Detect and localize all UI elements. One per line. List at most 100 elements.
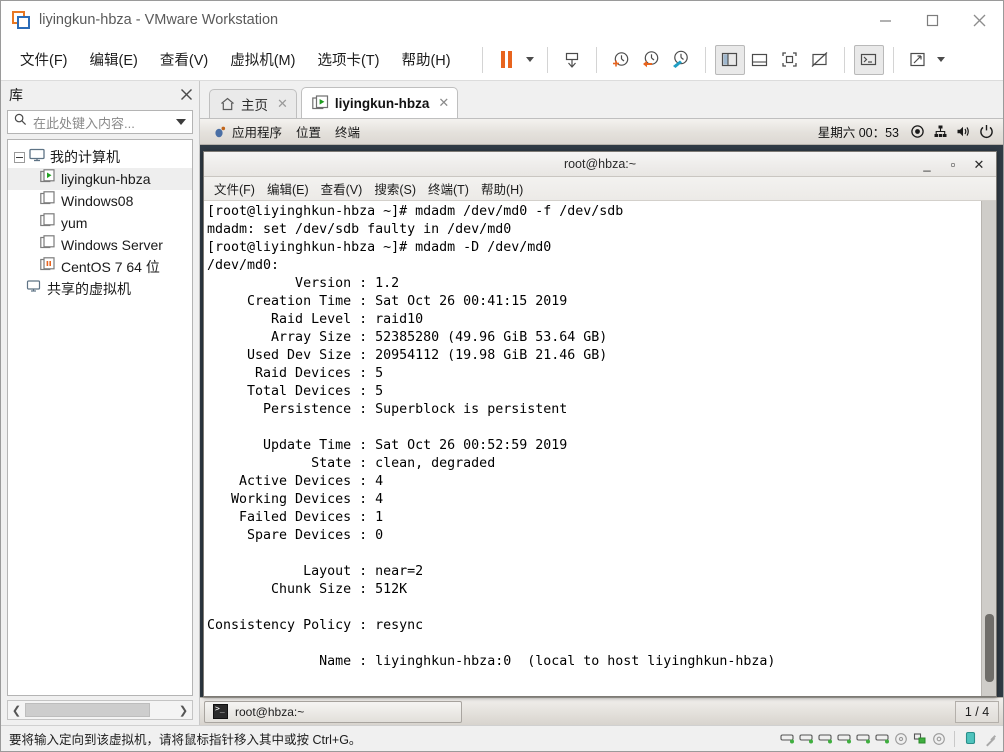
monitor-icon bbox=[29, 148, 45, 167]
tab-liyingkun-hbza[interactable]: liyingkun-hbza ✕ bbox=[300, 87, 459, 118]
gnome-menu-terminal[interactable]: 终端 bbox=[328, 120, 367, 143]
minimize-button[interactable] bbox=[862, 1, 909, 39]
accessibility-icon[interactable] bbox=[907, 121, 928, 142]
tree-collapse-icon[interactable] bbox=[14, 151, 25, 163]
show-thumbnails-button[interactable] bbox=[745, 45, 775, 75]
gnome-top-panel: 应用程序 位置 终端 星期六 00：53 bbox=[200, 119, 1003, 145]
stretch-guest-button[interactable] bbox=[903, 45, 933, 75]
manage-snapshots-button[interactable] bbox=[666, 45, 696, 75]
gnome-menu-applications[interactable]: 应用程序 bbox=[206, 120, 289, 143]
menu-help[interactable]: 帮助(H) bbox=[393, 45, 458, 74]
library-header: 库 bbox=[1, 81, 199, 108]
power-icon[interactable] bbox=[976, 121, 997, 142]
vm-suspended-icon bbox=[40, 257, 56, 277]
status-cdrom-icon[interactable] bbox=[892, 729, 910, 749]
status-harddisk-3-icon[interactable] bbox=[816, 729, 834, 749]
maximize-button[interactable] bbox=[909, 1, 956, 39]
power-dropdown[interactable] bbox=[522, 45, 538, 75]
sidebar-item-label: liyingkun-hbza bbox=[61, 171, 151, 187]
toolbar bbox=[473, 44, 949, 75]
main-split: 库 在此处键入内容... 我的计算机 liyingkun-hbza Window… bbox=[1, 81, 1003, 725]
gnome-desktop[interactable]: root@hbza:~ _ ▫ ✕ 文件(F) 编辑(E) 查看(V) 搜索(S… bbox=[200, 145, 1003, 697]
library-tree[interactable]: 我的计算机 liyingkun-hbza Windows08 yum Windo… bbox=[7, 139, 193, 696]
sidebar-item-liyingkun-hbza[interactable]: liyingkun-hbza bbox=[8, 168, 192, 190]
library-close-button[interactable] bbox=[180, 88, 193, 101]
taskbar-window-terminal[interactable]: root@hbza:~ bbox=[204, 700, 462, 723]
network-wired-icon[interactable] bbox=[930, 121, 951, 142]
chevron-left-icon[interactable]: ❮ bbox=[8, 701, 25, 719]
status-harddisk-2-icon[interactable] bbox=[797, 729, 815, 749]
taskbar-window-label: root@hbza:~ bbox=[235, 704, 305, 719]
terminal-window[interactable]: root@hbza:~ _ ▫ ✕ 文件(F) 编辑(E) 查看(V) 搜索(S… bbox=[203, 151, 997, 697]
terminal-output[interactable]: [root@liyinghkun-hbza ~]# mdadm /dev/md0… bbox=[204, 201, 981, 696]
shared-vm-icon bbox=[26, 279, 42, 299]
terminal-close-button[interactable]: ✕ bbox=[966, 152, 992, 177]
status-harddisk-4-icon[interactable] bbox=[835, 729, 853, 749]
status-message: 要将输入定向到该虚拟机，请将鼠标指针移入其中或按 Ctrl+G。 bbox=[9, 733, 362, 747]
take-snapshot-button[interactable] bbox=[606, 45, 636, 75]
terminal-scrollbar[interactable] bbox=[981, 201, 996, 696]
terminal-title-bar[interactable]: root@hbza:~ _ ▫ ✕ bbox=[204, 152, 996, 177]
terminal-menu-file[interactable]: 文件(F) bbox=[208, 177, 261, 200]
menu-tabs[interactable]: 选项卡(T) bbox=[309, 45, 387, 74]
close-button[interactable] bbox=[956, 1, 1003, 39]
terminal-menu-help[interactable]: 帮助(H) bbox=[475, 177, 529, 200]
gnome-clock[interactable]: 星期六 00：53 bbox=[812, 122, 905, 141]
sidebar-item-my-computer[interactable]: 我的计算机 bbox=[8, 146, 192, 168]
status-harddisk-5-icon[interactable] bbox=[854, 729, 872, 749]
sidebar-item-yum[interactable]: yum bbox=[8, 212, 192, 234]
full-screen-button[interactable] bbox=[775, 45, 805, 75]
usb-icon bbox=[965, 731, 975, 745]
speaker-icon[interactable] bbox=[953, 121, 974, 142]
status-sound-icon[interactable] bbox=[930, 729, 948, 749]
send-ctrl-alt-del-button[interactable] bbox=[557, 45, 587, 75]
terminal-menu-search[interactable]: 搜索(S) bbox=[368, 177, 422, 200]
scrollbar-thumb[interactable] bbox=[985, 614, 994, 682]
menu-vm[interactable]: 虚拟机(M) bbox=[222, 45, 303, 74]
library-sidebar: 库 在此处键入内容... 我的计算机 liyingkun-hbza Window… bbox=[1, 81, 200, 725]
sidebar-item-windows08[interactable]: Windows08 bbox=[8, 190, 192, 212]
status-harddisk-6-icon[interactable] bbox=[873, 729, 891, 749]
menu-edit[interactable]: 编辑(E) bbox=[82, 45, 146, 74]
chevron-down-icon[interactable] bbox=[173, 119, 189, 125]
status-network-icon[interactable] bbox=[911, 729, 929, 749]
sidebar-item-shared-vms[interactable]: 共享的虚拟机 bbox=[8, 278, 192, 300]
status-usb-icon[interactable] bbox=[961, 729, 979, 749]
library-horizontal-scrollbar[interactable]: ❮ ❯ bbox=[7, 700, 193, 720]
gnome-menu-label: 应用程序 bbox=[232, 126, 283, 140]
terminal-menu-edit[interactable]: 编辑(E) bbox=[261, 177, 315, 200]
console-view-button[interactable] bbox=[853, 44, 884, 75]
harddisk-icon bbox=[817, 734, 832, 744]
search-input[interactable]: 在此处键入内容... bbox=[7, 110, 193, 134]
sidebar-item-label: 我的计算机 bbox=[50, 149, 120, 165]
sidebar-item-windows-server[interactable]: Windows Server bbox=[8, 234, 192, 256]
sound-icon bbox=[933, 732, 945, 745]
chevron-right-icon[interactable]: ❯ bbox=[175, 701, 192, 719]
fullscreen-frame-icon bbox=[782, 52, 797, 67]
search-icon bbox=[14, 113, 27, 131]
tab-home[interactable]: 主页 ✕ bbox=[209, 89, 297, 118]
revert-snapshot-button[interactable] bbox=[636, 45, 666, 75]
terminal-maximize-button[interactable]: ▫ bbox=[940, 152, 966, 177]
terminal-menu-view[interactable]: 查看(V) bbox=[315, 177, 369, 200]
close-icon[interactable]: ✕ bbox=[438, 95, 449, 111]
scrollbar-thumb[interactable] bbox=[25, 703, 150, 717]
stretch-dropdown[interactable] bbox=[933, 45, 949, 75]
guest-screen[interactable]: 应用程序 位置 终端 星期六 00：53 root@hbza:~ _ ▫ ✕ 文… bbox=[200, 118, 1003, 725]
vm-running-icon bbox=[40, 169, 56, 189]
suspend-button[interactable] bbox=[492, 45, 522, 75]
menu-file[interactable]: 文件(F) bbox=[12, 45, 76, 74]
harddisk-icon bbox=[779, 734, 794, 744]
gnome-menu-places[interactable]: 位置 bbox=[289, 120, 328, 143]
terminal-menu-terminal[interactable]: 终端(T) bbox=[422, 177, 475, 200]
cdrom-icon bbox=[895, 732, 907, 745]
sidebar-item-centos7[interactable]: CentOS 7 64 位 bbox=[8, 256, 192, 278]
show-library-button[interactable] bbox=[714, 44, 745, 75]
terminal-minimize-button[interactable]: _ bbox=[914, 152, 940, 177]
close-icon[interactable]: ✕ bbox=[277, 96, 288, 112]
unity-mode-button[interactable] bbox=[805, 45, 835, 75]
resize-grip[interactable] bbox=[984, 732, 997, 745]
menu-view[interactable]: 查看(V) bbox=[152, 45, 216, 74]
status-harddisk-1-icon[interactable] bbox=[778, 729, 796, 749]
workspace-switcher[interactable]: 1 / 4 bbox=[955, 700, 999, 723]
